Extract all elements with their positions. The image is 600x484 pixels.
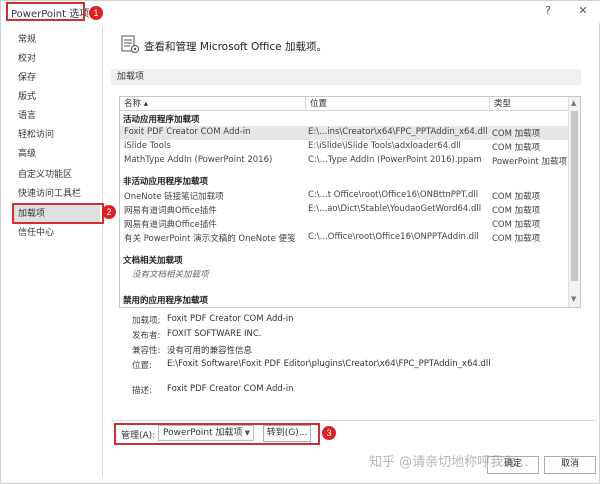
help-button[interactable]: ?: [541, 4, 555, 17]
sidebar-item-trust-center[interactable]: 信任中心: [12, 224, 100, 242]
cell-name: 有关 PowerPoint 演示文稿的 OneNote 便笺: [124, 234, 296, 244]
cell-name: Foxit PDF Creator COM Add-in: [124, 127, 251, 137]
sidebar-item-proofing[interactable]: 校对: [12, 50, 100, 68]
cell-location: C:\...Office\root\Office16\ONPPTAddin.dl…: [308, 232, 479, 242]
detail-label-addin: 加载项:: [132, 316, 161, 326]
cancel-button[interactable]: 取消: [544, 456, 596, 474]
sidebar-item-save[interactable]: 保存: [12, 69, 100, 87]
table-header: 名称 ▴ 位置 类型: [120, 97, 568, 111]
scroll-thumb[interactable]: [571, 111, 578, 281]
cell-type: PowerPoint 加载项: [492, 157, 568, 167]
detail-value-addin: Foxit PDF Creator COM Add-in: [167, 314, 294, 324]
cell-type: COM 加载项: [492, 143, 541, 153]
scroll-up-icon[interactable]: ▲: [571, 99, 576, 107]
cell-name: iSlide Tools: [124, 141, 171, 151]
table-scrollbar[interactable]: ▲ ▼: [568, 97, 580, 307]
group-title-document: 文档相关加载项: [123, 256, 183, 266]
table-row[interactable]: OneNote 链接笔记加载项 C:\...t Office\root\Offi…: [120, 189, 568, 203]
addins-manage-icon: [121, 35, 139, 53]
sidebar: 常规 校对 保存 版式 语言 轻松访问 高级 自定义功能区 快速访问工具栏 加载…: [8, 27, 104, 477]
sidebar-item-advanced[interactable]: 高级: [12, 145, 100, 163]
table-row[interactable]: iSlide Tools E:\iSlide\iSlide Tools\adxl…: [120, 140, 568, 154]
scroll-down-icon[interactable]: ▼: [571, 295, 576, 303]
table-row[interactable]: 有关 PowerPoint 演示文稿的 OneNote 便笺 C:\...Off…: [120, 231, 568, 245]
cell-location: E:\...ao\Dict\Stable\YoudaoGetWord64.dll: [308, 204, 482, 214]
cell-location: C:\...Type AddIn (PowerPoint 2016).ppam: [308, 155, 482, 165]
annotation-badge-3: 3: [322, 426, 336, 440]
cell-name: MathType AddIn (PowerPoint 2016): [124, 155, 273, 165]
detail-value-compatibility: 没有可用的兼容性信息: [167, 346, 253, 356]
addins-table: 名称 ▴ 位置 类型 活动应用程序加载项 Foxit PDF Creator C…: [119, 96, 581, 308]
column-header-type[interactable]: 类型: [490, 97, 568, 111]
detail-value-location: E:\Foxit Software\Foxit PDF Editor\plugi…: [167, 359, 491, 369]
close-button[interactable]: ✕: [576, 4, 590, 17]
sidebar-item-general[interactable]: 常规: [12, 31, 100, 49]
section-header-addins: 加载项: [111, 69, 581, 85]
table-row[interactable]: 网易有道词典Office插件 E:\...ao\Dict\Stable\Youd…: [120, 203, 568, 217]
title-highlight-box: [6, 2, 85, 21]
cell-name: 网易有道词典Office插件: [124, 220, 217, 230]
table-row[interactable]: 网易有道词典Office插件 COM 加载项: [120, 217, 568, 231]
page-heading: 查看和管理 Microsoft Office 加载项。: [144, 41, 327, 53]
column-header-location[interactable]: 位置: [306, 97, 490, 111]
cell-type: COM 加载项: [492, 220, 541, 230]
detail-label-location: 位置:: [132, 361, 152, 371]
options-dialog: PowerPoint 选项 1 ? ✕ 常规 校对 保存 版式 语言 轻松访问 …: [0, 0, 600, 484]
manage-area: 管理(A): PowerPoint 加载项 ▼ 转到(G)...: [111, 420, 597, 450]
detail-value-publisher: FOXIT SOFTWARE INC.: [167, 329, 262, 339]
sidebar-item-layout[interactable]: 版式: [12, 88, 100, 106]
cell-location: C:\...t Office\root\Office16\ONBttnPPT.d…: [308, 190, 479, 200]
cell-location: E:\...ins\Creator\x64\FPC_PPTAddin_x64.d…: [308, 127, 488, 137]
empty-note-document: 没有文档相关加载项: [132, 270, 209, 280]
watermark: 知乎 @请亲切地称呼我为...: [369, 455, 529, 470]
title-bar: PowerPoint 选项 1 ? ✕: [1, 1, 600, 23]
sidebar-item-language[interactable]: 语言: [12, 107, 100, 125]
cell-type: COM 加载项: [492, 206, 541, 216]
manage-highlight-box: [114, 423, 320, 445]
column-header-name[interactable]: 名称 ▴: [120, 97, 306, 111]
detail-label-description: 描述:: [132, 386, 152, 396]
cell-name: 网易有道词典Office插件: [124, 206, 217, 216]
cell-name: OneNote 链接笔记加载项: [124, 192, 224, 202]
sidebar-item-accessibility[interactable]: 轻松访问: [12, 126, 100, 144]
sidebar-item-customize-ribbon[interactable]: 自定义功能区: [12, 166, 100, 184]
group-title-inactive: 非活动应用程序加载项: [123, 177, 209, 187]
cell-type: COM 加载项: [492, 129, 541, 139]
sidebar-item-quick-access-toolbar[interactable]: 快速访问工具栏: [12, 185, 100, 203]
detail-value-description: Foxit PDF Creator COM Add-in: [167, 384, 294, 394]
cell-type: COM 加载项: [492, 234, 541, 244]
addins-highlight-box: [12, 203, 104, 224]
group-title-active: 活动应用程序加载项: [123, 115, 200, 125]
main-panel: 查看和管理 Microsoft Office 加载项。 加载项 名称 ▴ 位置 …: [111, 27, 597, 482]
cell-location: E:\iSlide\iSlide Tools\adxloader64.dll: [308, 141, 461, 151]
annotation-badge-1: 1: [89, 6, 103, 20]
cell-type: COM 加载项: [492, 192, 541, 202]
group-title-disabled: 禁用的应用程序加载项: [123, 296, 209, 306]
table-row[interactable]: Foxit PDF Creator COM Add-in E:\...ins\C…: [120, 126, 568, 140]
table-row[interactable]: MathType AddIn (PowerPoint 2016) C:\...T…: [120, 154, 568, 168]
detail-label-compatibility: 兼容性:: [132, 346, 161, 356]
detail-label-publisher: 发布者:: [132, 331, 161, 341]
